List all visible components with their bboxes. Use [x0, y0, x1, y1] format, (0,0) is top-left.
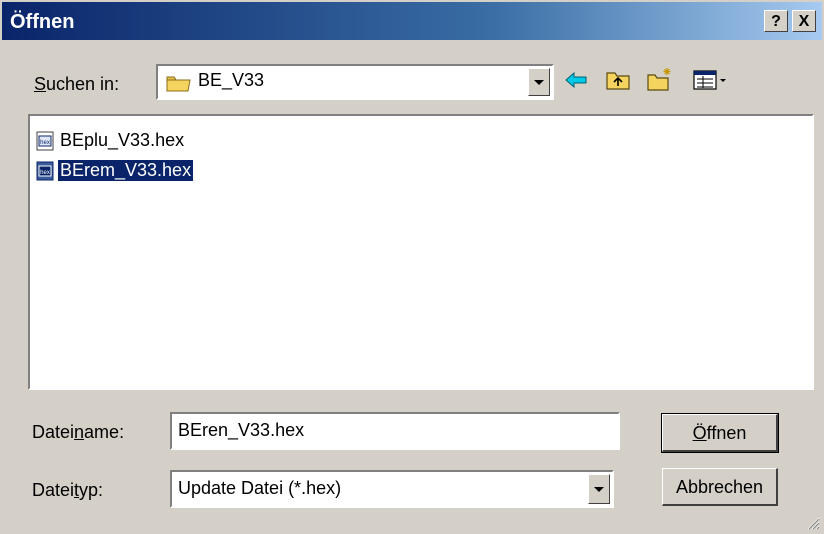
filename-label-accel: n: [74, 422, 85, 442]
lookin-label-accel: S: [34, 74, 47, 94]
cancel-button[interactable]: Abbrechen: [662, 468, 778, 506]
svg-text:hex: hex: [40, 140, 50, 146]
filetype-label-pre: Datei: [32, 480, 75, 500]
filetype-select[interactable]: Update Datei (*.hex): [170, 470, 614, 508]
open-button-rest: ffnen: [706, 423, 747, 443]
help-button[interactable]: ?: [764, 10, 788, 32]
back-arrow-icon[interactable]: [562, 66, 590, 94]
lookin-value: BE_V33: [198, 70, 265, 90]
filename-label-post: ame:: [84, 422, 125, 442]
filename-input[interactable]: BEren_V33.hex: [170, 412, 620, 450]
new-folder-icon[interactable]: [646, 66, 674, 94]
window-title: Öffnen: [10, 11, 75, 33]
filename-value: BEren_V33.hex: [178, 420, 305, 440]
hex-file-icon: hex: [36, 161, 54, 181]
filetype-label-post: yp:: [79, 480, 104, 500]
resize-grip-icon[interactable]: [806, 516, 820, 530]
lookin-combobox[interactable]: BE_V33: [156, 64, 554, 100]
filetype-label: Dateityp:: [32, 480, 103, 501]
svg-text:hex: hex: [40, 170, 50, 176]
file-list[interactable]: hex BEplu_V33.hex hex BErem_V33.hex: [28, 114, 814, 390]
close-button[interactable]: X: [792, 10, 816, 32]
lookin-dropdown-button[interactable]: [528, 68, 550, 96]
view-menu-icon[interactable]: [692, 66, 730, 94]
folder-icon: [166, 76, 191, 92]
open-button[interactable]: Öffnen: [661, 413, 779, 453]
filetype-value: Update Datei (*.hex): [178, 478, 342, 498]
lookin-label-rest: uchen in:: [46, 74, 120, 94]
filename-label: Dateiname:: [32, 422, 124, 443]
file-name: BEplu_V33.hex: [60, 130, 185, 150]
filetype-dropdown-button[interactable]: [588, 474, 610, 504]
filename-label-pre: Datei: [32, 422, 75, 442]
title-bar: Öffnen ? X: [2, 2, 822, 40]
hex-file-icon: hex: [36, 131, 54, 151]
lookin-label: Suchen in:: [34, 74, 119, 95]
file-name: BErem_V33.hex: [58, 160, 194, 181]
open-button-accel: Ö: [692, 423, 707, 443]
up-folder-icon[interactable]: [604, 66, 632, 94]
